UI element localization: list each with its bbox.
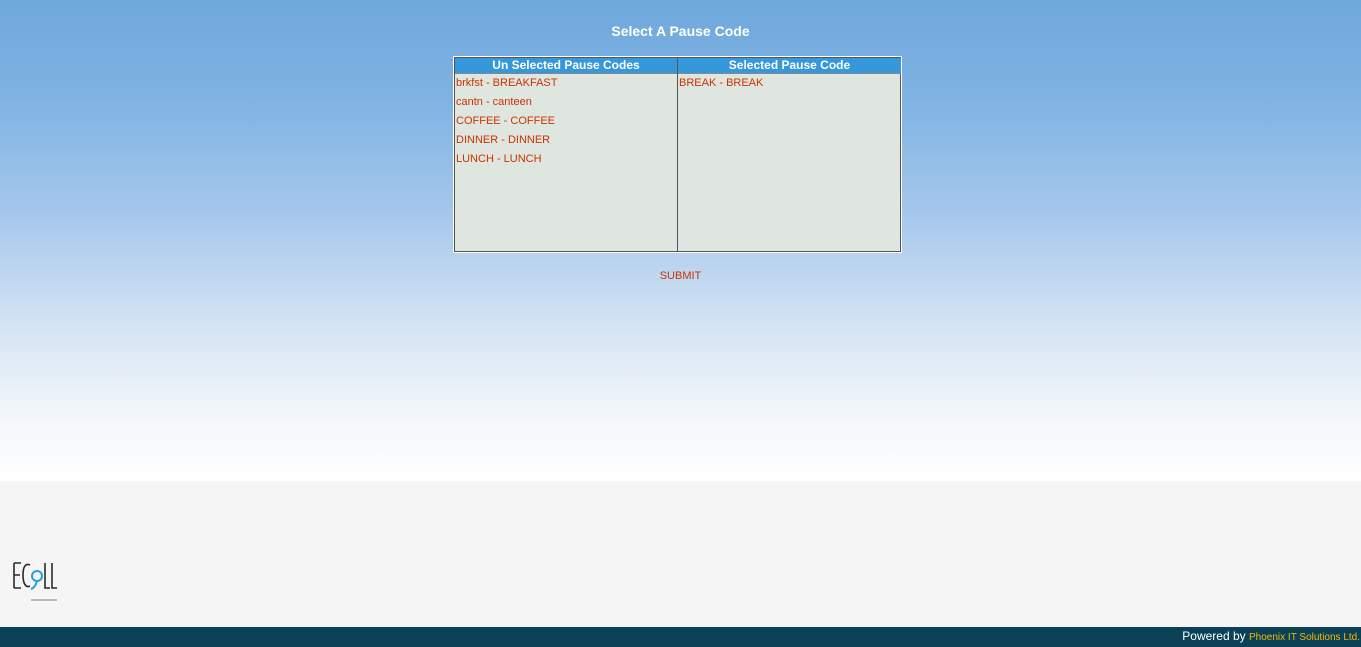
unselected-code-item[interactable]: COFFEE - COFFEE bbox=[456, 114, 677, 133]
selected-codes-list: BREAK - BREAK bbox=[678, 74, 901, 95]
unselected-code-item[interactable]: DINNER - DINNER bbox=[456, 133, 677, 152]
unselected-code-item[interactable]: LUNCH - LUNCH bbox=[456, 152, 677, 171]
ecall-logo-icon bbox=[13, 562, 57, 601]
unselected-codes-column: Un Selected Pause Codes brkfst - BREAKFA… bbox=[455, 58, 678, 251]
selected-codes-header: Selected Pause Code bbox=[678, 58, 901, 74]
unselected-code-item[interactable]: brkfst - BREAKFAST bbox=[456, 76, 677, 95]
selected-codes-column: Selected Pause Code BREAK - BREAK bbox=[678, 58, 901, 251]
pause-code-table: Un Selected Pause Codes brkfst - BREAKFA… bbox=[453, 56, 902, 253]
main-panel: Select A Pause Code Un Selected Pause Co… bbox=[0, 0, 1361, 481]
powered-by: Powered by Phoenix IT Solutions Ltd. bbox=[1182, 629, 1360, 643]
selected-code-item[interactable]: BREAK - BREAK bbox=[679, 76, 901, 95]
unselected-codes-list: brkfst - BREAKFAST cantn - canteen COFFE… bbox=[455, 74, 677, 171]
powered-by-label: Powered by bbox=[1182, 629, 1246, 643]
company-link[interactable]: Phoenix IT Solutions Ltd. bbox=[1249, 632, 1360, 643]
ecall-logo bbox=[13, 560, 59, 604]
footer-bar: Powered by Phoenix IT Solutions Ltd. bbox=[0, 627, 1361, 647]
unselected-codes-header: Un Selected Pause Codes bbox=[455, 58, 677, 74]
submit-button[interactable]: SUBMIT bbox=[640, 270, 721, 282]
page-title: Select A Pause Code bbox=[611, 23, 750, 39]
unselected-code-item[interactable]: cantn - canteen bbox=[456, 95, 677, 114]
